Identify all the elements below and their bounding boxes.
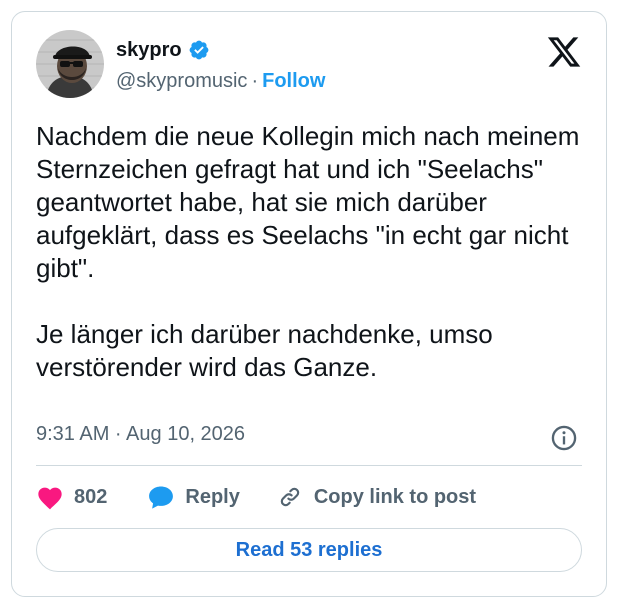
copy-link-button[interactable]: Copy link to post xyxy=(276,484,476,510)
verified-badge-icon xyxy=(188,39,210,61)
tweet-text: Nachdem die neue Kollegin mich nach mein… xyxy=(36,120,596,384)
tweet-timestamp[interactable]: 9:31 AM · Aug 10, 2026 xyxy=(36,423,245,446)
reply-button[interactable]: Reply xyxy=(147,484,240,510)
speech-bubble-icon xyxy=(147,484,175,510)
x-logo-icon[interactable] xyxy=(546,34,582,70)
heart-icon xyxy=(36,484,64,510)
author-handle[interactable]: @skypromusic xyxy=(116,70,247,92)
tweet-paragraph: Nachdem die neue Kollegin mich nach mein… xyxy=(36,121,580,283)
tweet-paragraph: Je länger ich darüber nachdenke, umso ve… xyxy=(36,319,493,382)
author-display-name[interactable]: skypro xyxy=(116,39,182,62)
author-name-row: skypro xyxy=(116,36,210,64)
follow-button[interactable]: Follow xyxy=(262,70,325,92)
read-replies-button[interactable]: Read 53 replies xyxy=(36,528,582,572)
like-button[interactable]: 802 xyxy=(36,484,107,510)
like-count: 802 xyxy=(74,485,108,508)
copy-link-label: Copy link to post xyxy=(313,485,477,508)
avatar[interactable] xyxy=(36,30,104,98)
avatar-image xyxy=(36,30,104,98)
divider xyxy=(36,465,582,466)
author-handle-row: @skypromusic · Follow xyxy=(116,70,325,93)
action-bar: 802 Reply Copy link to post xyxy=(36,482,476,512)
link-icon xyxy=(276,484,304,510)
reply-label: Reply xyxy=(185,485,240,508)
handle-separator: · xyxy=(251,70,259,92)
tweet-card: skypro @skypromusic · Follow Nachdem die n… xyxy=(11,11,607,597)
info-icon[interactable] xyxy=(550,424,578,452)
